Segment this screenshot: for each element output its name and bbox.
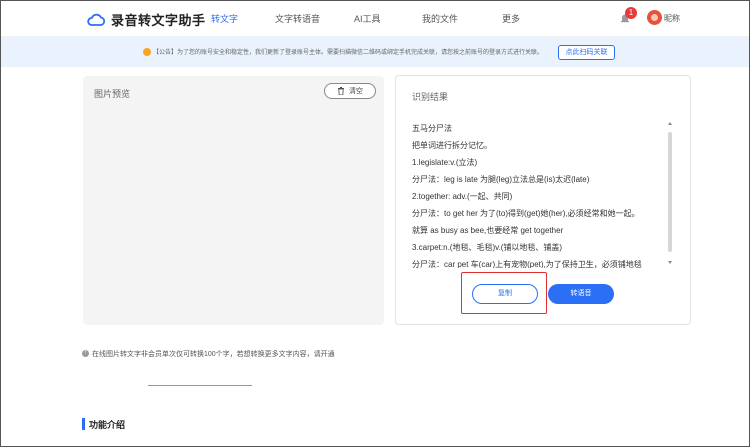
nav-item-convert-text[interactable]: 转文字	[211, 12, 238, 25]
copy-button[interactable]: 复制	[472, 284, 538, 304]
result-textarea[interactable]: 五马分尸法 把单词进行拆分记忆。 1.legislate:v.(立法) 分尸法：…	[412, 120, 668, 268]
result-line: 2.together: adv.(一起、共同)	[412, 192, 513, 201]
result-line: 把单词进行拆分记忆。	[412, 141, 492, 150]
divider-line	[148, 385, 252, 386]
clear-button[interactable]: 清空	[324, 83, 376, 99]
notice-text: 【公告】为了您的账号安全和稳定性，我们更新了登录账号主体。需要扫描微信二维码或绑…	[153, 50, 544, 56]
result-line: 3.carpet:n.(地毯、毛毯)v.(铺以地毯、铺盖)	[412, 243, 563, 252]
scan-link-button[interactable]: 点此扫码关联	[558, 45, 615, 60]
notice-icon	[143, 48, 151, 56]
result-line: 五马分尸法	[412, 124, 452, 133]
nav-item-more[interactable]: 更多	[502, 12, 520, 25]
nav-item-text-to-speech[interactable]: 文字转语音	[275, 12, 320, 25]
result-scrollbar[interactable]	[668, 120, 672, 268]
trash-icon	[338, 87, 344, 95]
cloud-logo-icon	[87, 13, 105, 26]
notice-bar: 【公告】为了您的账号安全和稳定性，我们更新了登录账号主体。需要扫描微信二维码或绑…	[1, 37, 749, 67]
scroll-down-arrow[interactable]	[668, 261, 672, 264]
info-icon: !	[82, 350, 89, 357]
scroll-thumb[interactable]	[668, 132, 672, 252]
app-name: 录音转文字助手	[111, 13, 206, 28]
result-line: 分尸法：leg is late 为腿(leg)立法总是(is)太迟(late)	[412, 175, 590, 184]
nav-item-my-files[interactable]: 我的文件	[422, 12, 458, 25]
result-line: 就算 as busy as bee,也要经常 get together	[412, 226, 564, 235]
user-nickname[interactable]: 昵称	[664, 13, 680, 24]
section-title: 功能介绍	[89, 420, 126, 430]
result-line: 分尸法：to get her 为了(to)得到(get)她(her),必须经常和…	[412, 209, 640, 218]
preview-title: 图片预览	[94, 89, 131, 99]
clear-label: 清空	[349, 88, 363, 95]
nav-item-ai-tools[interactable]: AI工具	[354, 12, 381, 25]
notification-badge: 1	[625, 7, 637, 19]
result-line: 分尸法：car pet 车(car)上有宠物(pet),为了保持卫生，必须铺地毯	[412, 260, 642, 268]
section-accent-bar	[82, 418, 85, 430]
avatar[interactable]	[647, 10, 662, 25]
member-limit-text: 在线图片转文字非会员单次仅可转换100个字，若想转换更多文字内容，请开通	[92, 351, 335, 358]
scroll-up-arrow[interactable]	[668, 122, 672, 125]
convert-to-speech-button[interactable]: 转语音	[548, 284, 614, 304]
result-line: 1.legislate:v.(立法)	[412, 158, 478, 167]
image-preview-panel: 图片预览 清空	[83, 76, 384, 325]
app-logo[interactable]: 录音转文字助手	[87, 10, 206, 29]
result-title: 识别结果	[412, 92, 449, 102]
